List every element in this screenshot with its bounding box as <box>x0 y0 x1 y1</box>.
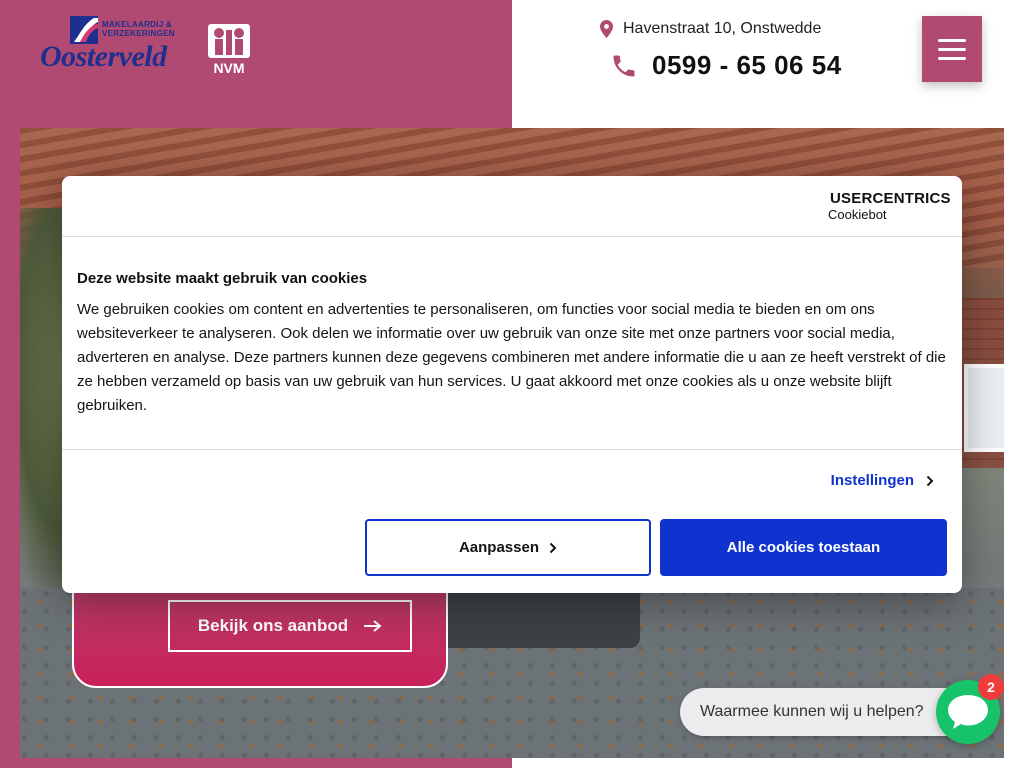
chat-bubble-icon <box>948 695 988 729</box>
nvm-logo[interactable]: NVM <box>208 24 250 76</box>
chevron-right-icon <box>549 542 557 553</box>
cookie-settings-link[interactable]: Instellingen <box>831 472 934 489</box>
view-offer-label: Bekijk ons aanbod <box>197 616 349 635</box>
cookiebot-text: Cookiebot <box>828 207 887 222</box>
logo-name: Oosterveld <box>40 40 167 73</box>
view-offer-button[interactable]: Bekijk ons aanbod <box>168 600 412 652</box>
menu-button[interactable] <box>922 16 982 82</box>
chevron-right-icon <box>926 475 934 486</box>
hamburger-menu-icon <box>938 39 966 60</box>
address-text: Havenstraat 10, Onstwedde <box>623 20 822 37</box>
cookie-settings-label: Instellingen <box>830 472 914 489</box>
nvm-figures-icon <box>208 24 250 58</box>
usercentrics-text: USERCENTRICS <box>830 190 951 207</box>
arrow-right-icon <box>364 620 382 632</box>
usercentrics-wordmark: USERCENTRICS <box>827 190 951 207</box>
logo-tagline: MAKELAARDIJ & VERZEKERINGEN <box>102 20 175 38</box>
phone-icon <box>613 55 635 76</box>
cookie-consent-dialog: USERCENTRICS Cookiebot Deze website maak… <box>62 176 962 593</box>
hero-window <box>964 364 1004 452</box>
address-row[interactable]: Havenstraat 10, Onstwedde <box>600 20 821 38</box>
usercentrics-logo[interactable]: USERCENTRICS Cookiebot <box>827 190 951 222</box>
accept-all-cookies-button[interactable]: Alle cookies toestaan <box>660 519 947 576</box>
chat-prompt-bubble[interactable]: Waarmee kunnen wij u helpen? <box>680 688 980 736</box>
logo-tagline-line2: VERZEKERINGEN <box>102 29 175 38</box>
cookie-dialog-header: USERCENTRICS Cookiebot <box>62 176 962 237</box>
oosterveld-logo[interactable]: MAKELAARDIJ & VERZEKERINGEN Oosterveld <box>40 16 180 76</box>
logo-tagline-line1: MAKELAARDIJ & <box>102 20 173 29</box>
chat-prompt-text: Waarmee kunnen wij u helpen? <box>700 703 924 720</box>
accept-all-cookies-label: Alle cookies toestaan <box>726 539 881 556</box>
map-pin-icon <box>600 20 613 38</box>
phone-link[interactable]: 0599 - 65 06 54 <box>610 50 842 81</box>
customize-cookies-button[interactable]: Aanpassen <box>365 519 651 576</box>
cookie-dialog-divider <box>62 449 962 450</box>
phone-number: 0599 - 65 06 54 <box>652 50 842 80</box>
chat-unread-badge: 2 <box>978 674 1004 700</box>
cookie-dialog-description: We gebruiken cookies om content en adver… <box>77 301 946 414</box>
nvm-label: NVM <box>213 60 245 76</box>
customize-cookies-label: Aanpassen <box>458 539 540 556</box>
cookie-dialog-title: Deze website maakt gebruik van cookies <box>77 270 368 287</box>
